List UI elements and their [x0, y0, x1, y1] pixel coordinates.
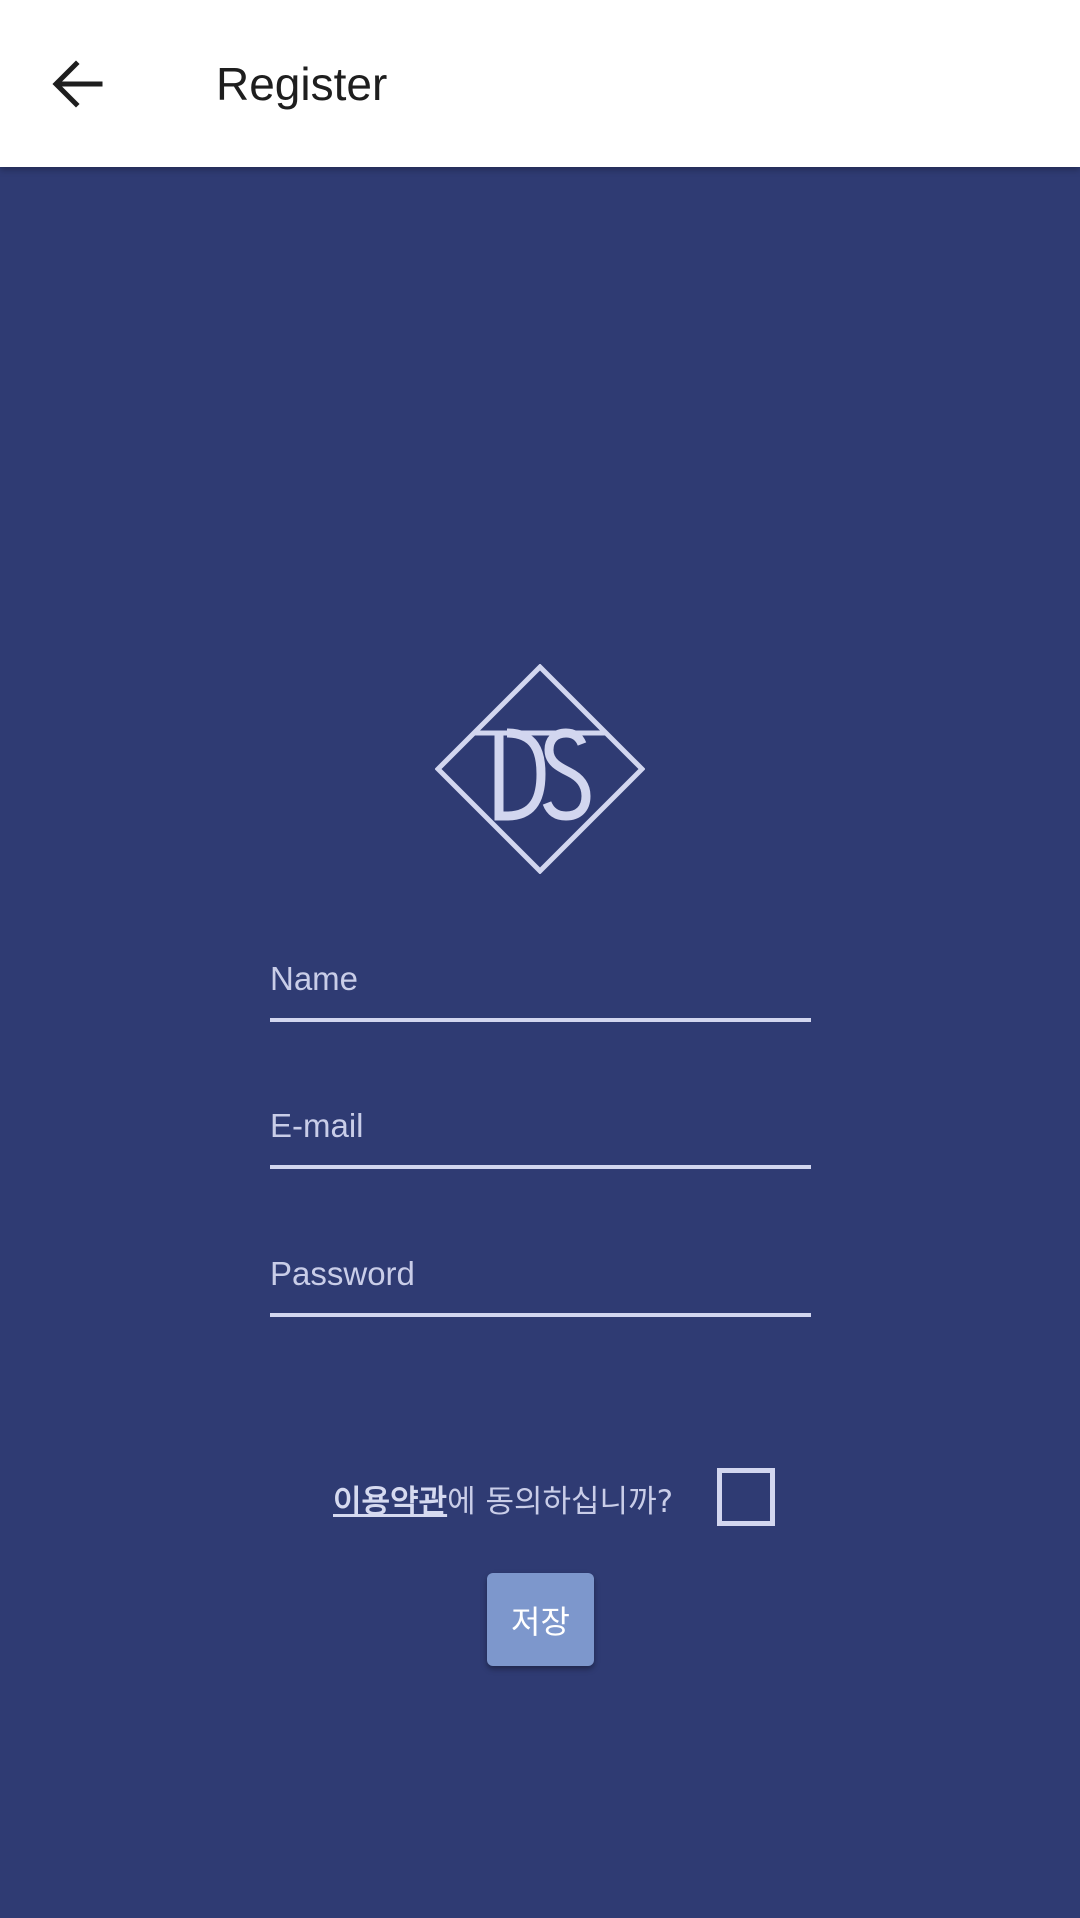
terms-checkbox[interactable] — [717, 1468, 775, 1526]
save-button[interactable]: 저장 — [487, 1573, 594, 1666]
email-input[interactable] — [270, 1101, 811, 1151]
ds-logo — [434, 663, 646, 875]
terms-row: 이용약관 에 동의하십니까? — [333, 1476, 673, 1520]
app-bar: Register — [0, 0, 1080, 167]
email-field-container — [270, 1089, 811, 1169]
arrow-left-icon — [52, 60, 103, 108]
page-title: Register — [216, 58, 388, 110]
password-input[interactable] — [270, 1249, 811, 1299]
name-field-container — [270, 942, 811, 1022]
terms-link[interactable]: 이용약관 — [333, 1476, 447, 1521]
back-button[interactable] — [28, 34, 128, 134]
terms-question: 에 동의하십니까? — [447, 1483, 674, 1520]
password-field-container — [270, 1237, 811, 1317]
name-input[interactable] — [270, 954, 811, 1004]
